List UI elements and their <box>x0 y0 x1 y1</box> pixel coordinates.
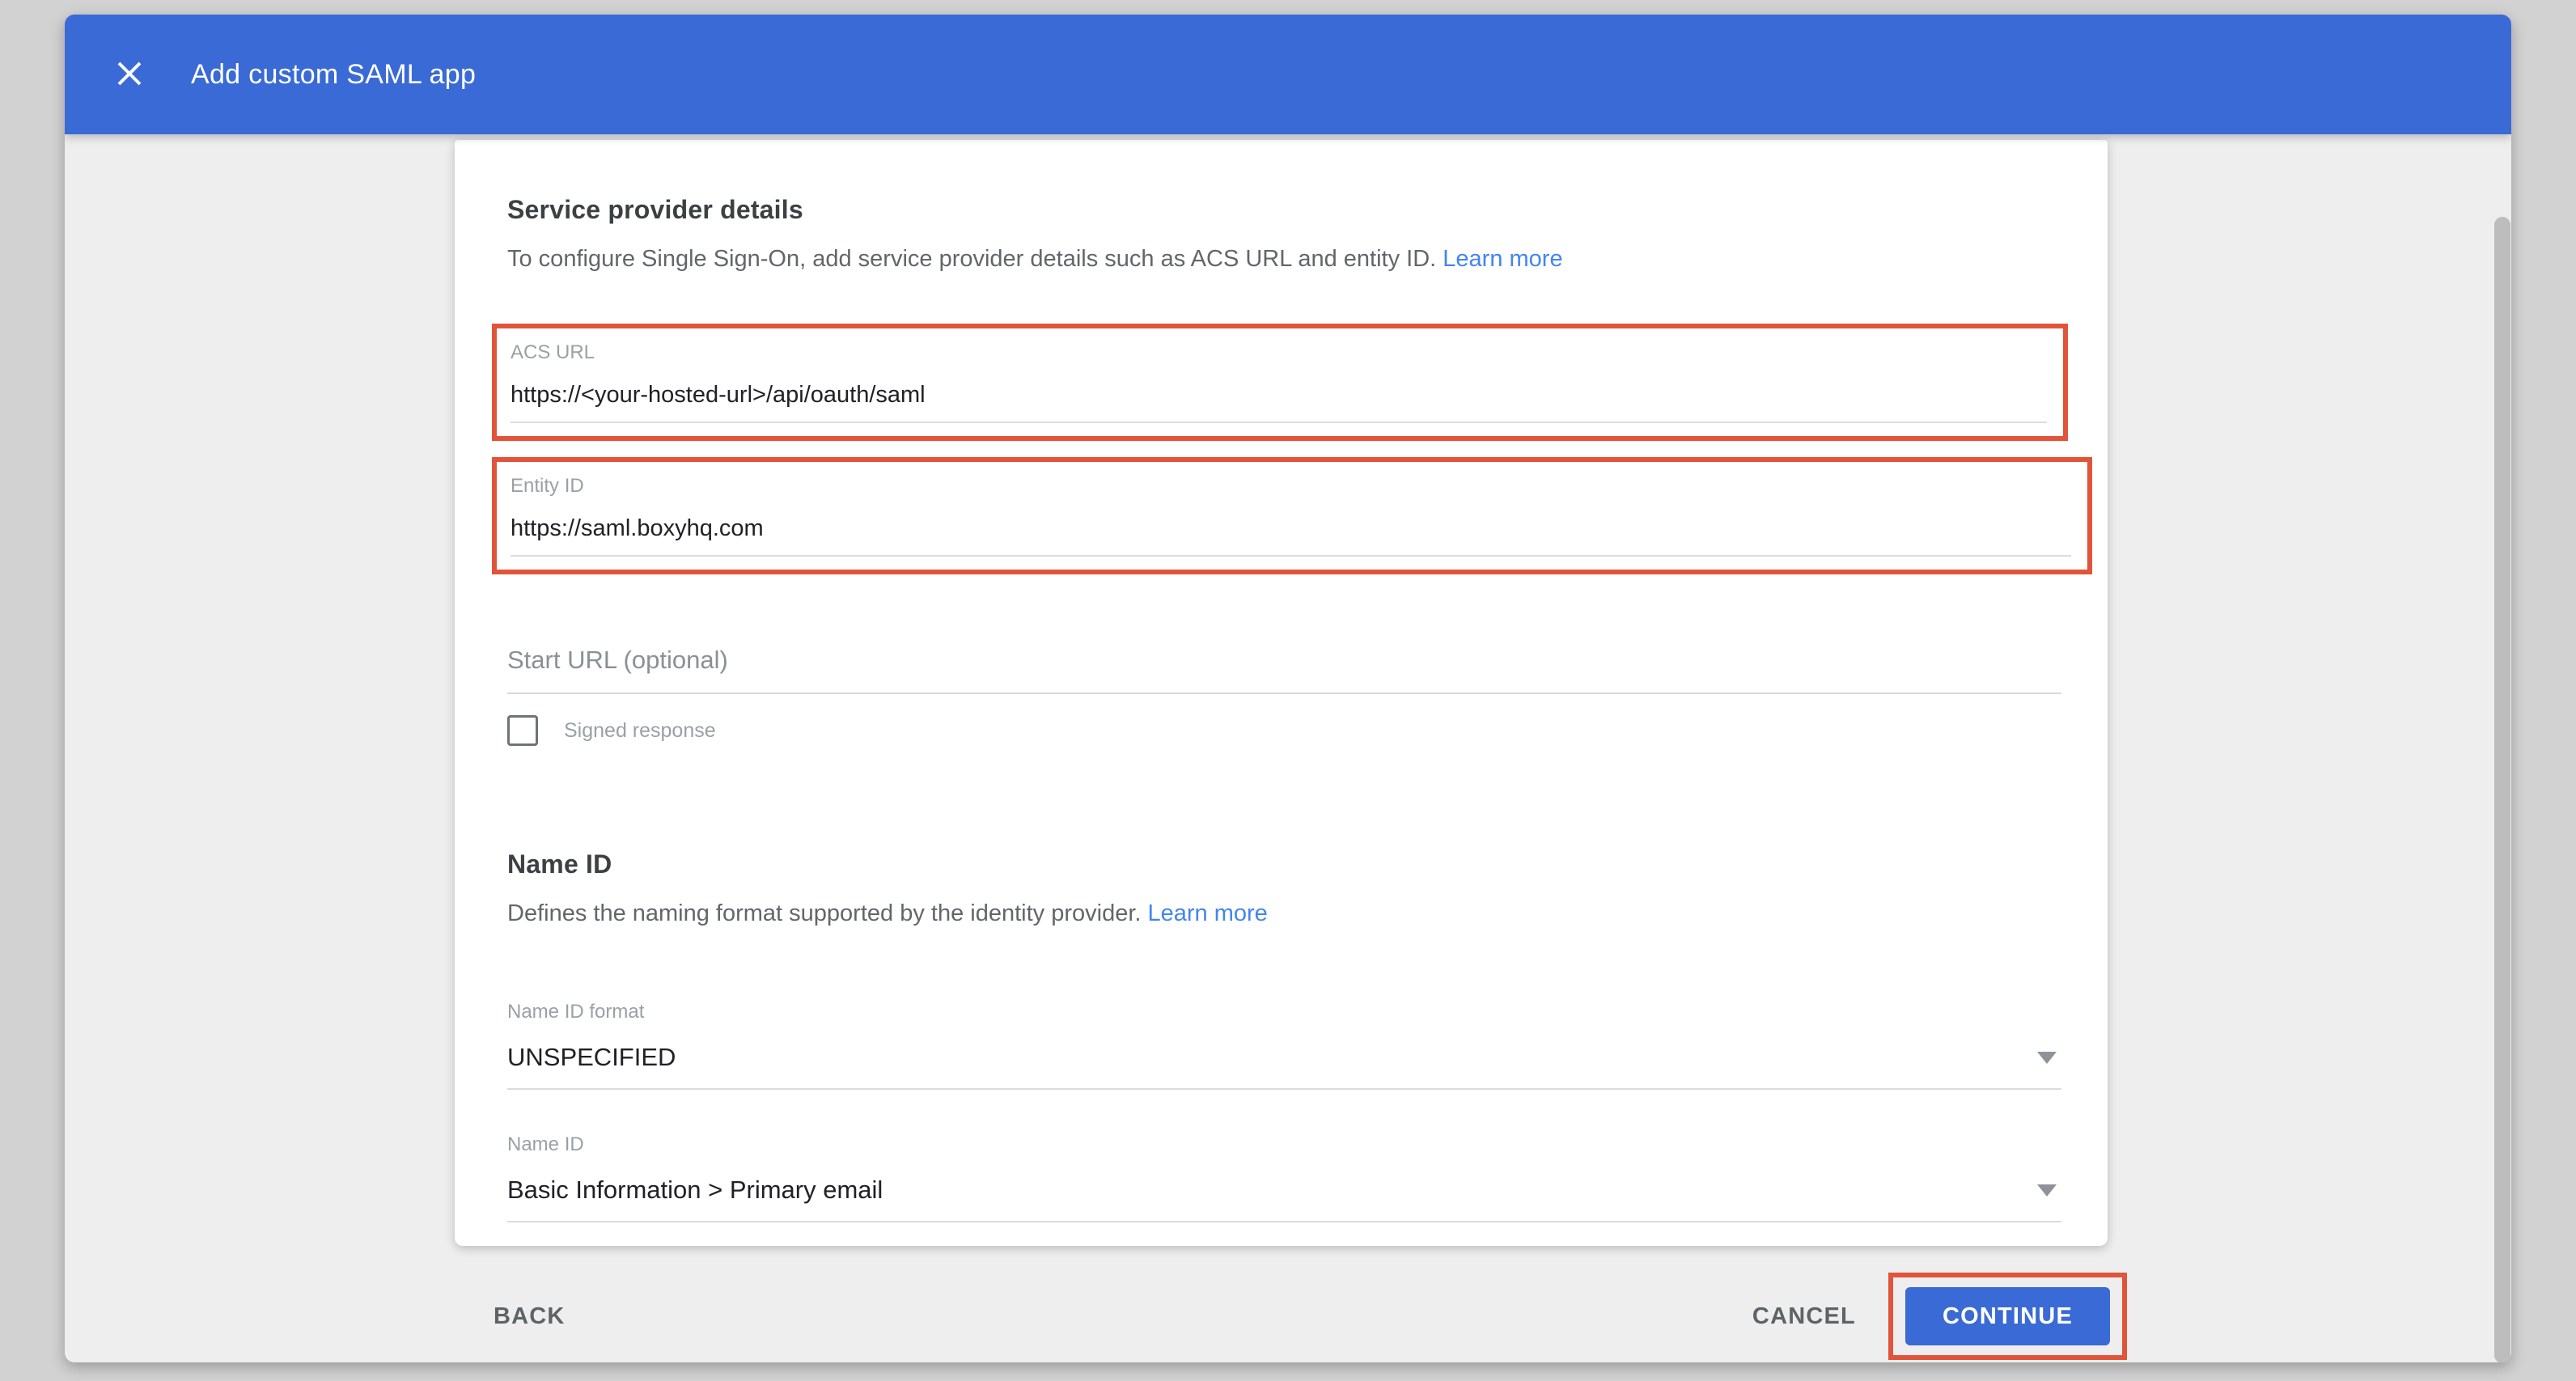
dialog-title: Add custom SAML app <box>191 59 476 91</box>
service-provider-heading: Service provider details <box>507 140 2061 225</box>
signed-response-row: Signed response <box>507 715 2061 746</box>
name-id-format-underline <box>507 1088 2061 1090</box>
name-id-label: Name ID <box>507 1133 2061 1156</box>
service-provider-description-text: To configure Single Sign-On, add service… <box>507 246 1443 272</box>
start-url-underline <box>507 693 2061 694</box>
close-icon <box>114 58 145 91</box>
name-id-value: Basic Information > Primary email <box>507 1176 2037 1205</box>
learn-more-link-nameid[interactable]: Learn more <box>1148 900 1268 926</box>
close-button[interactable] <box>110 55 149 94</box>
dialog-footer: BACK CANCEL CONTINUE <box>65 1246 2511 1362</box>
entity-id-underline <box>511 555 2071 557</box>
name-id-format-value: UNSPECIFIED <box>507 1043 2037 1072</box>
continue-button[interactable]: CONTINUE <box>1905 1287 2110 1345</box>
service-provider-description: To configure Single Sign-On, add service… <box>507 244 2061 273</box>
screen-backdrop: Add custom SAML app Service provider det… <box>0 0 2576 1381</box>
start-url-field <box>507 646 2061 694</box>
scrollbar-thumb[interactable] <box>2494 217 2510 1362</box>
name-id-heading: Name ID <box>507 849 2061 879</box>
entity-id-label: Entity ID <box>511 475 2071 498</box>
service-provider-card: Service provider details To configure Si… <box>455 140 2108 1246</box>
acs-url-value[interactable]: https://<your-hosted-url>/api/oauth/saml <box>511 382 2047 409</box>
cancel-button[interactable]: CANCEL <box>1752 1303 1856 1330</box>
continue-highlight-box: CONTINUE <box>1888 1273 2127 1360</box>
name-id-format-dropdown[interactable]: Name ID format UNSPECIFIED <box>507 1001 2061 1090</box>
chevron-down-icon <box>2037 1184 2057 1197</box>
chevron-down-icon <box>2037 1052 2057 1064</box>
name-id-format-label: Name ID format <box>507 1001 2061 1023</box>
name-id-dropdown[interactable]: Name ID Basic Information > Primary emai… <box>507 1133 2061 1222</box>
acs-url-underline <box>511 422 2047 423</box>
add-saml-app-dialog: Add custom SAML app Service provider det… <box>65 15 2511 1362</box>
entity-id-field[interactable]: Entity ID https://saml.boxyhq.com <box>511 475 2071 557</box>
entity-id-value[interactable]: https://saml.boxyhq.com <box>511 515 2071 542</box>
name-id-description-text: Defines the naming format supported by t… <box>507 900 1148 926</box>
signed-response-checkbox[interactable] <box>507 715 538 746</box>
acs-url-highlight-box: ACS URL https://<your-hosted-url>/api/oa… <box>492 324 2068 441</box>
name-id-description: Defines the naming format supported by t… <box>507 899 2061 928</box>
acs-url-field[interactable]: ACS URL https://<your-hosted-url>/api/oa… <box>511 341 2047 423</box>
dialog-header: Add custom SAML app <box>65 15 2511 134</box>
acs-url-label: ACS URL <box>511 341 2047 364</box>
signed-response-label: Signed response <box>564 719 716 743</box>
start-url-input[interactable] <box>507 646 2061 675</box>
name-id-underline <box>507 1221 2061 1222</box>
entity-id-highlight-box: Entity ID https://saml.boxyhq.com <box>492 457 2092 574</box>
learn-more-link-sp[interactable]: Learn more <box>1443 246 1562 272</box>
back-button[interactable]: BACK <box>494 1303 566 1330</box>
